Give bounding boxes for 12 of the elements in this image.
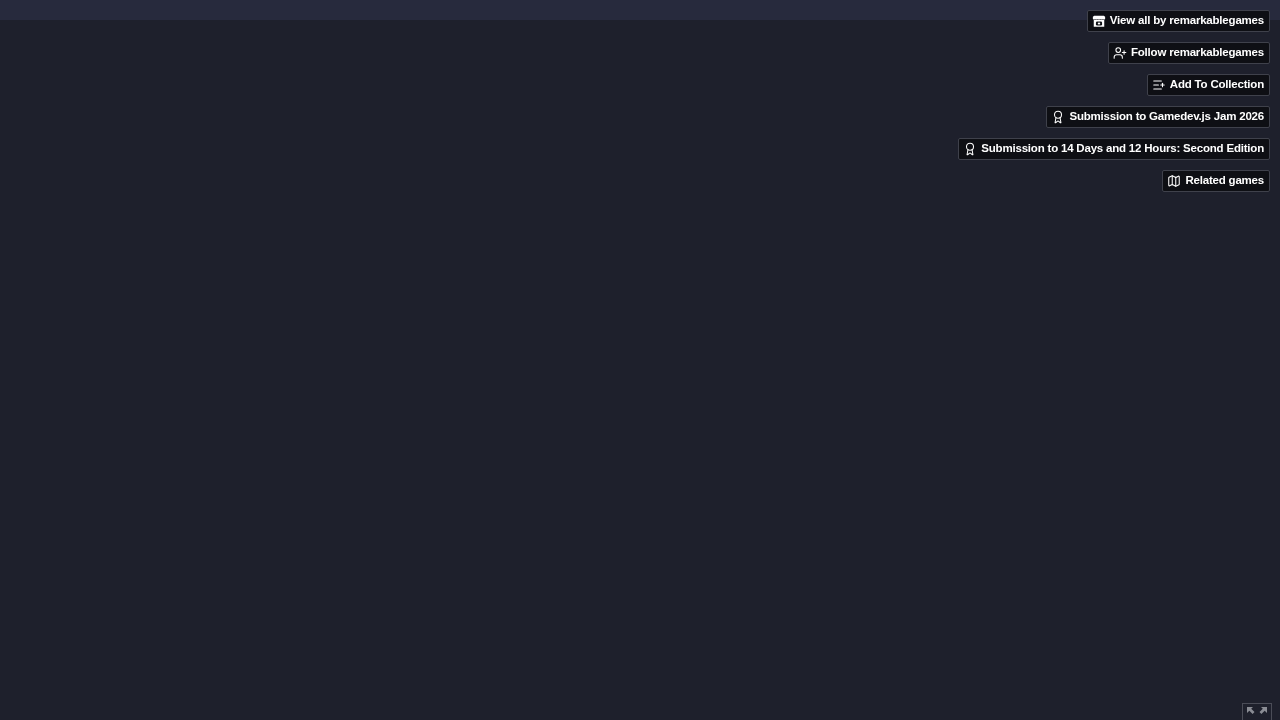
list-plus-icon	[1151, 78, 1166, 92]
tool-button[interactable]: Add To Collection	[1146, 74, 1270, 96]
fullscreen-button[interactable]	[1242, 703, 1272, 720]
tool-button[interactable]: Follow remarkablegames	[1107, 42, 1270, 64]
tool-button[interactable]: View all by remarkablegames	[1086, 10, 1270, 32]
storefront-icon	[1091, 14, 1106, 28]
tool-button[interactable]: Related games	[1162, 170, 1270, 192]
tool-button[interactable]: Submission to Gamedev.js Jam 2026	[1046, 106, 1270, 128]
user-plus-icon	[1112, 46, 1127, 60]
expand-arrows-icon	[1246, 706, 1268, 716]
tool-button[interactable]: Submission to 14 Days and 12 Hours: Second Edition	[958, 138, 1270, 160]
map-icon	[1167, 174, 1182, 188]
